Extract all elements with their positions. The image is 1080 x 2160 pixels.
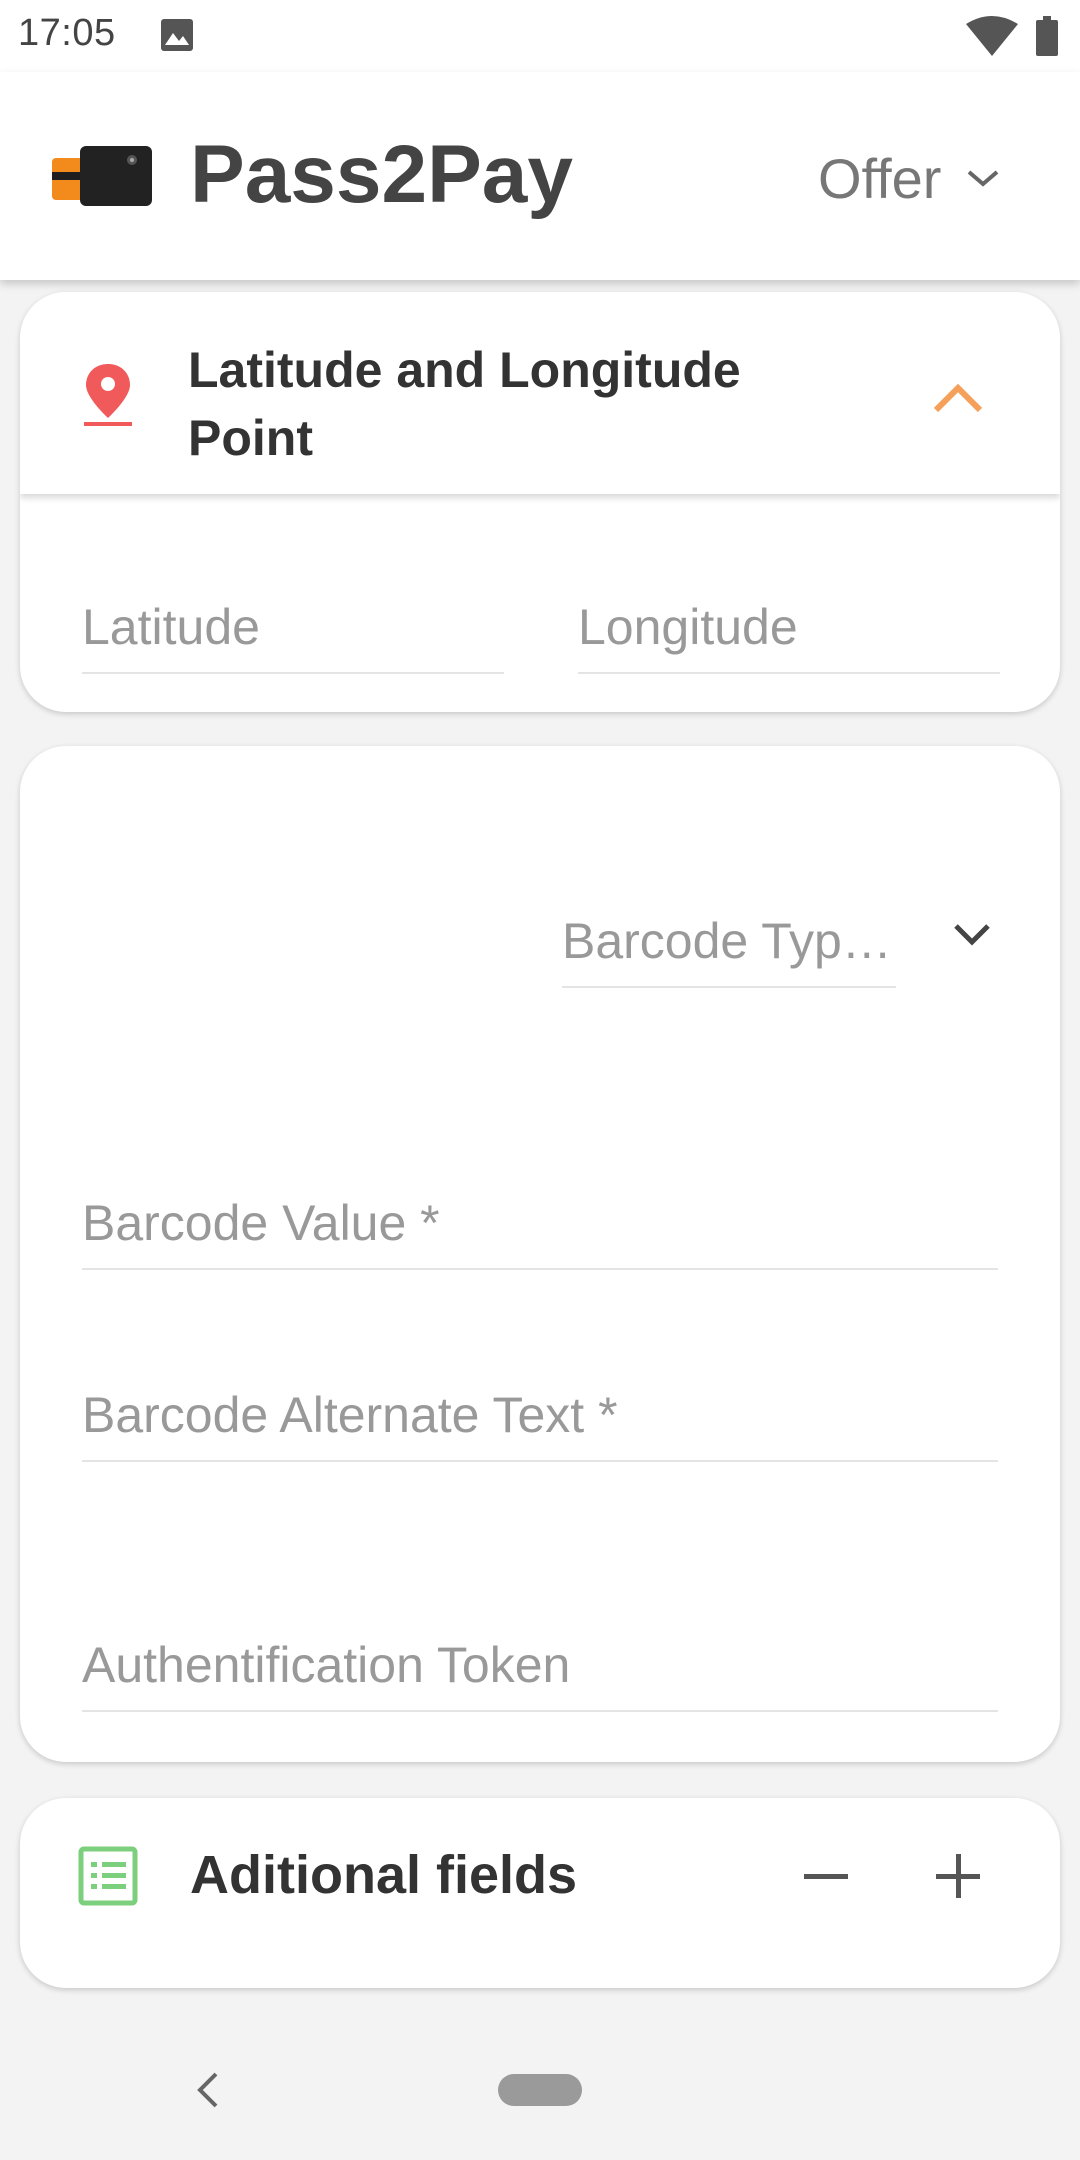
add-field-plus-icon[interactable] [928, 1846, 988, 1906]
barcode-value-placeholder: Barcode Value * [82, 1195, 440, 1251]
image-notification-icon [161, 19, 193, 51]
barcode-type-placeholder: Barcode Typ… [562, 913, 892, 969]
latitude-placeholder: Latitude [82, 599, 260, 655]
barcode-alt-text-field[interactable]: Barcode Alternate Text * [82, 1376, 998, 1462]
barcode-value-field[interactable]: Barcode Value * [82, 1184, 998, 1270]
barcode-type-select[interactable]: Barcode Typ… [562, 906, 896, 988]
location-card-title: Latitude and Longitude Point [188, 342, 741, 466]
chevron-down-icon [968, 170, 999, 187]
auth-token-placeholder: Authentification Token [82, 1637, 571, 1693]
home-nav-pill[interactable] [498, 2074, 582, 2106]
latitude-field[interactable]: Latitude [82, 592, 504, 674]
list-icon [78, 1846, 138, 1906]
pass-type-dropdown[interactable]: Offer [818, 138, 1001, 218]
pass-type-value: Offer [818, 146, 942, 210]
battery-icon [1036, 16, 1058, 56]
location-card-header[interactable]: Latitude and Longitude Point [20, 292, 1060, 494]
status-time: 17:05 [18, 12, 116, 54]
chevron-down-icon[interactable] [952, 920, 992, 948]
wallet-logo-icon [52, 146, 152, 206]
remove-field-minus-icon[interactable] [796, 1846, 856, 1906]
wifi-icon [966, 16, 1018, 56]
additional-fields-title: Aditional fields [190, 1845, 578, 1905]
auth-token-field[interactable]: Authentification Token [82, 1626, 998, 1712]
back-nav-icon[interactable] [190, 2068, 226, 2112]
collapse-caret-up-icon[interactable] [932, 382, 984, 414]
location-pin-icon [84, 364, 132, 426]
location-card: Latitude and Longitude Point Latitude Lo… [20, 292, 1060, 712]
longitude-placeholder: Longitude [578, 599, 798, 655]
longitude-field[interactable]: Longitude [578, 592, 1000, 674]
app-title: Pass2Pay [190, 129, 574, 220]
barcode-alt-text-placeholder: Barcode Alternate Text * [82, 1387, 618, 1443]
